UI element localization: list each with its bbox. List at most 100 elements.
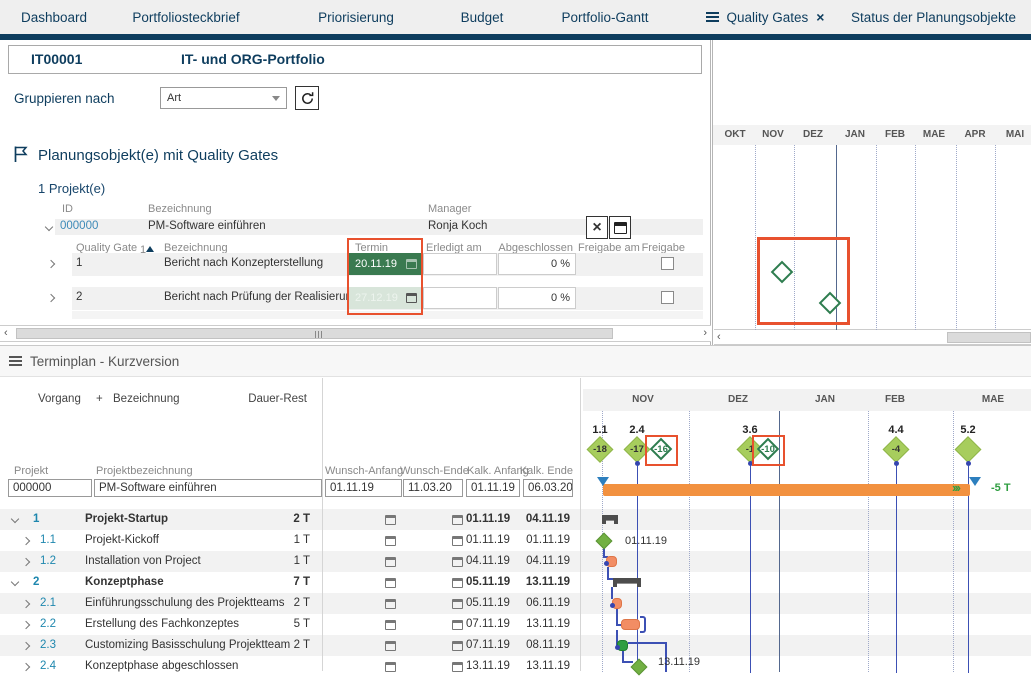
tab-label: Dashboard <box>21 10 87 25</box>
tab[interactable]: Portfolio-Gantt <box>516 0 694 34</box>
horizontal-scrollbar[interactable]: ‹ › <box>0 325 711 342</box>
add-column-icon[interactable]: + <box>96 393 103 405</box>
kalk-anfang: 07.11.19 <box>466 618 510 630</box>
calendar-icon[interactable] <box>385 515 396 525</box>
erledigt-am-cell[interactable] <box>423 287 497 309</box>
kalk-ende: 13.11.19 <box>520 576 570 588</box>
scroll-left-icon[interactable]: ‹ <box>717 330 721 345</box>
collapse-icon[interactable] <box>11 515 19 523</box>
col-header-wunsch-anfang: Wunsch-Anfang <box>325 465 395 477</box>
freigabe-checkbox[interactable] <box>661 291 674 304</box>
month-label: JAN <box>815 394 835 405</box>
collapse-icon[interactable] <box>11 578 19 586</box>
delete-button[interactable]: × <box>586 216 608 239</box>
timeline-scrollbar[interactable]: ‹ <box>714 329 1031 345</box>
menu-icon[interactable] <box>9 356 22 366</box>
tab-label: Status der Planungsobjekte <box>851 10 1016 25</box>
wunsch-ende-cell[interactable]: 11.03.20 <box>403 479 463 497</box>
expand-icon[interactable] <box>22 642 30 650</box>
expand-icon[interactable] <box>22 621 30 629</box>
scroll-left-icon[interactable]: ‹ <box>4 326 8 341</box>
close-icon[interactable]: × <box>816 10 824 24</box>
termin-date: 27.12.19 <box>355 292 398 304</box>
task-row[interactable]: 2.3 Customizing Basisschulung Projekttea… <box>0 635 1031 656</box>
tab[interactable]: Quality Gates × <box>694 0 836 34</box>
expand-icon[interactable] <box>47 294 55 302</box>
quality-gate-diamond[interactable] <box>771 261 794 284</box>
tab-bar: Dashboard Portfoliosteckbrief Priorisier… <box>0 0 1031 34</box>
refresh-button[interactable] <box>295 86 319 110</box>
tab[interactable]: Status der Planungsobjekte <box>836 0 1031 34</box>
tab[interactable]: Dashboard <box>0 0 108 34</box>
calendar-icon[interactable] <box>385 536 396 546</box>
abgeschlossen-cell[interactable]: 0 % <box>498 287 576 309</box>
project-id-link[interactable]: 000000 <box>60 220 98 232</box>
task-row[interactable]: 1 Projekt-Startup 2 T 01.11.19 04.11.19 <box>0 509 1031 530</box>
calendar-icon[interactable] <box>452 536 463 546</box>
tab[interactable]: Priorisierung <box>264 0 448 34</box>
kalk-ende-cell[interactable]: 06.03.20 <box>523 479 573 497</box>
collapse-icon[interactable] <box>45 223 53 231</box>
expand-icon[interactable] <box>22 537 30 545</box>
project-bar[interactable] <box>603 484 970 496</box>
expand-icon[interactable] <box>22 663 30 671</box>
tab[interactable]: Portfoliosteckbrief <box>108 0 264 34</box>
calendar-button[interactable] <box>609 216 631 239</box>
task-row[interactable]: 2.4 Konzeptphase abgeschlossen 13.11.19 … <box>0 656 1031 677</box>
kalk-anfang-cell[interactable]: 01.11.19 <box>466 479 520 497</box>
col-header-bezeichnung: Bezeichnung <box>113 393 180 405</box>
project-name: PM-Software einführen <box>148 220 266 232</box>
group-by-select[interactable]: Art <box>160 87 287 109</box>
task-name: Erstellung des Fachkonzeptes <box>85 618 239 630</box>
quality-gate-diamond[interactable] <box>819 292 842 315</box>
calendar-icon[interactable] <box>452 620 463 630</box>
calendar-icon[interactable] <box>406 259 417 269</box>
calendar-icon[interactable] <box>452 578 463 588</box>
bar-start-marker <box>597 477 609 492</box>
task-row[interactable]: 1.2 Installation von Project 1 T 04.11.1… <box>0 551 1031 572</box>
project-id-cell[interactable]: 000000 <box>8 479 92 497</box>
calendar-icon[interactable] <box>452 515 463 525</box>
gantt-task-shape[interactable] <box>617 640 628 651</box>
expand-icon[interactable] <box>22 558 30 566</box>
task-row[interactable]: 2.1 Einführungsschulung des Projektteams… <box>0 593 1031 614</box>
calendar-icon[interactable] <box>452 599 463 609</box>
calendar-icon[interactable] <box>385 641 396 651</box>
termin-cell[interactable]: 20.11.19 <box>349 253 422 275</box>
gantt-task-shape[interactable] <box>606 556 617 567</box>
termin-cell[interactable]: 27.12.19 <box>349 287 422 309</box>
project-name-cell[interactable]: PM-Software einführen <box>94 479 322 497</box>
scroll-right-icon[interactable]: › <box>703 326 707 341</box>
calendar-icon[interactable] <box>452 557 463 567</box>
calendar-icon[interactable] <box>385 599 396 609</box>
calendar-icon[interactable] <box>385 620 396 630</box>
month-label: MAE <box>982 394 1004 405</box>
portfolio-header: IT00001 IT- und ORG-Portfolio <box>8 45 702 74</box>
task-row[interactable]: 2.2 Erstellung des Fachkonzeptes 5 T 07.… <box>0 614 1031 635</box>
quality-gate-row[interactable]: 1 Bericht nach Konzepterstellung 20.11.1… <box>0 253 711 276</box>
scrollbar-thumb[interactable] <box>947 332 1031 343</box>
quality-gate-row[interactable]: 2 Bericht nach Prüfung der Realisierung … <box>0 287 711 310</box>
tab[interactable]: Budget <box>448 0 516 34</box>
abgeschlossen-cell[interactable]: 0 % <box>498 253 576 275</box>
task-row[interactable]: 1.1 Projekt-Kickoff 1 T 01.11.19 01.11.1… <box>0 530 1031 551</box>
connector-dot <box>615 645 620 650</box>
gantt-task-shape[interactable] <box>612 598 622 609</box>
expand-icon[interactable] <box>47 260 55 268</box>
milestone-diamond[interactable] <box>955 436 982 463</box>
task-number: 1.2 <box>40 555 56 567</box>
milestone-label: 4.4 <box>888 424 903 436</box>
expand-icon[interactable] <box>22 600 30 608</box>
gantt-task-shape[interactable] <box>621 619 640 630</box>
scrollbar-thumb[interactable] <box>16 328 613 339</box>
erledigt-am-cell[interactable] <box>423 253 497 275</box>
calendar-icon[interactable] <box>452 641 463 651</box>
wunsch-anfang-cell[interactable]: 01.11.19 <box>325 479 402 497</box>
terminplan-titlebar[interactable]: Terminplan - Kurzversion <box>0 346 1031 377</box>
calendar-icon[interactable] <box>385 578 396 588</box>
delay-label: -5 T <box>991 482 1011 494</box>
calendar-icon[interactable] <box>385 557 396 567</box>
task-row[interactable]: 2 Konzeptphase 7 T 05.11.19 13.11.19 <box>0 572 1031 593</box>
calendar-icon[interactable] <box>406 293 417 303</box>
freigabe-checkbox[interactable] <box>661 257 674 270</box>
